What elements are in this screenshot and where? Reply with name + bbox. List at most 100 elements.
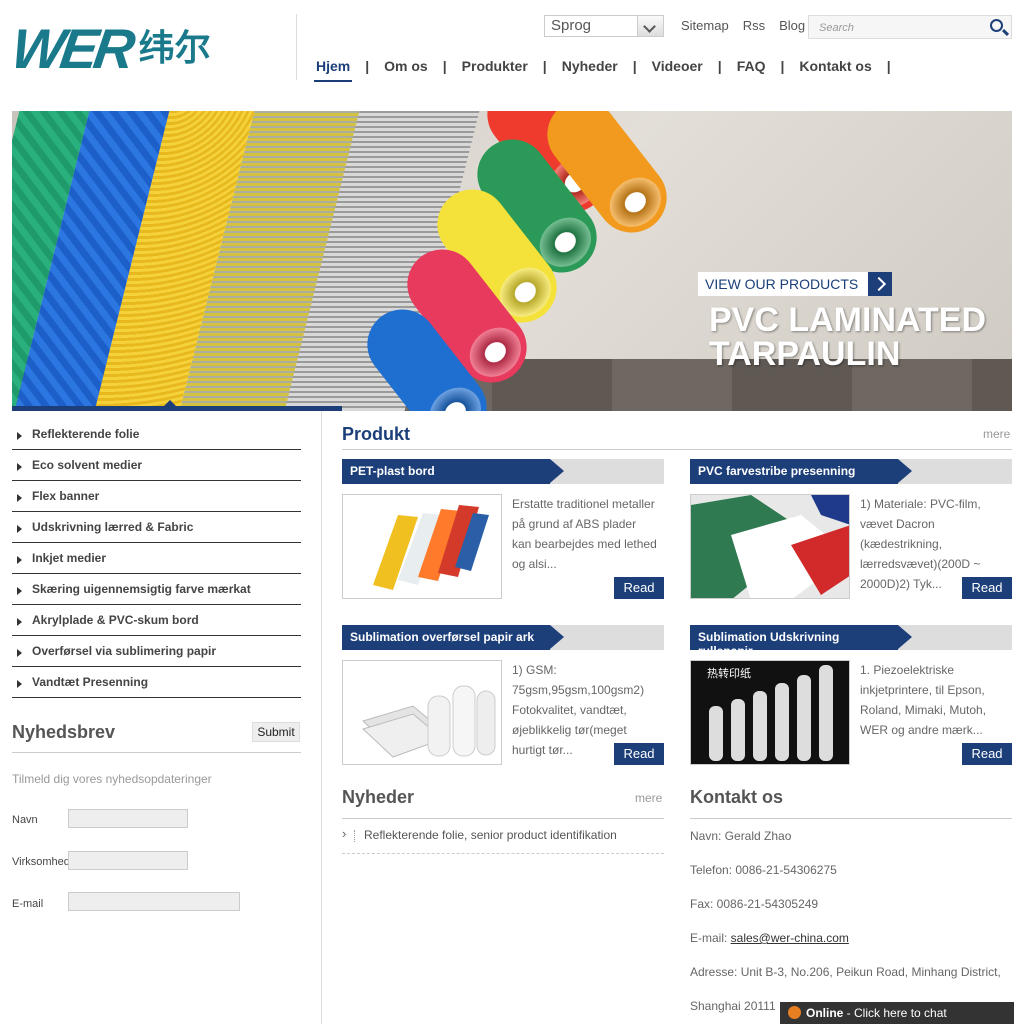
email-field[interactable] xyxy=(68,892,240,911)
pet-sheets-image xyxy=(373,505,489,590)
nav-kontakt-os[interactable]: Kontakt os xyxy=(799,58,871,82)
hero-banner[interactable]: PVC LAMINATED TARPAULIN xyxy=(12,111,1012,411)
category-item[interactable]: Skæring uigennemsigtig farve mærkat xyxy=(12,574,301,605)
contact-address: Adresse: Unit B-3, No.206, Peikun Road, … xyxy=(690,965,1001,979)
main-nav: Hjem | Om os | Produkter | Nyheder | Videoer… xyxy=(313,58,906,82)
product-title-bar: PET-plast bord xyxy=(342,459,664,484)
product-thumb[interactable] xyxy=(342,660,502,765)
product-text: 1. Piezoelektriske inkjetprintere, til E… xyxy=(860,663,987,737)
chat-status: Online xyxy=(806,1006,844,1020)
nav-hjem[interactable]: Hjem xyxy=(313,58,353,82)
chat-icon xyxy=(788,1006,801,1019)
search-placeholder: Search xyxy=(819,22,854,34)
company-field[interactable] xyxy=(68,851,188,870)
nav-videoer[interactable]: Videoer xyxy=(652,58,703,82)
nav-separator: | xyxy=(442,58,447,74)
banner-title: PVC LAMINATED TARPAULIN xyxy=(709,303,986,371)
contact-phone: Telefon: 0086-21-54306275 xyxy=(690,863,837,877)
nav-separator: | xyxy=(717,58,722,74)
kontakt-title: Kontakt os xyxy=(690,787,784,807)
product-title[interactable]: Sublimation Udskrivning rullepapir xyxy=(690,625,912,658)
sitemap-link[interactable]: Sitemap xyxy=(681,18,729,33)
nav-faq[interactable]: FAQ xyxy=(737,58,766,82)
contact-email-link[interactable]: sales@wer-china.com xyxy=(731,931,849,945)
language-select-value: Sprog xyxy=(551,17,592,34)
product-title-bar: Sublimation overførsel papir ark xyxy=(342,625,664,650)
newsletter-description: Tilmeld dig vores nyhedsopdateringer xyxy=(12,772,212,786)
nav-produkter[interactable]: Produkter xyxy=(462,58,528,82)
transfer-paper-image xyxy=(362,685,496,758)
category-list: Reflekterende folie Eco solvent medier F… xyxy=(12,419,301,698)
nav-separator: | xyxy=(365,58,370,74)
nyheder-title: Nyheder xyxy=(342,787,415,807)
category-item[interactable]: Eco solvent medier xyxy=(12,450,301,481)
nav-separator: | xyxy=(632,58,637,74)
top-links: Sitemap Rss Blog xyxy=(681,18,805,33)
name-field[interactable] xyxy=(68,809,188,828)
product-thumb[interactable] xyxy=(342,494,502,599)
nav-om-os[interactable]: Om os xyxy=(384,58,428,82)
chevron-down-icon[interactable] xyxy=(637,16,663,36)
name-label: Navn xyxy=(12,814,38,826)
product-title[interactable]: Sublimation overførsel papir ark xyxy=(342,625,564,650)
view-products-button[interactable]: VIEW OUR PRODUCTS xyxy=(698,272,893,296)
thumb-label: 热转印纸 xyxy=(707,666,751,680)
logo-chinese: 纬尔 xyxy=(138,28,211,69)
contact-fax: Fax: 0086-21-54305249 xyxy=(690,897,819,911)
category-item[interactable]: Overførsel via sublimering papir xyxy=(12,636,301,667)
search-input[interactable]: Search xyxy=(808,15,1012,39)
chat-widget[interactable]: Online - Click here to chat xyxy=(780,1002,1014,1024)
category-item[interactable]: Udskrivning lærred & Fabric xyxy=(12,512,301,543)
product-title-bar: Sublimation Udskrivning rullepapir xyxy=(690,625,1012,658)
product-thumb[interactable]: 热转印纸 xyxy=(690,660,850,765)
company-label: Virksomhed xyxy=(12,856,70,868)
read-button[interactable]: Read xyxy=(962,743,1012,765)
view-products-label: VIEW OUR PRODUCTS xyxy=(705,276,859,292)
sidebar-top-bar xyxy=(12,400,342,411)
chat-label: - Click here to chat xyxy=(843,1006,947,1020)
banner-title-line2: TARPAULIN xyxy=(709,335,901,373)
product-title-bar: PVC farvestribe presenning xyxy=(690,459,1012,484)
kontakt-divider xyxy=(690,818,1012,819)
produkt-divider xyxy=(342,449,1012,450)
chevron-right-icon xyxy=(868,272,893,296)
logo[interactable]: WER 纬尔 xyxy=(8,17,211,80)
search-icon[interactable] xyxy=(990,19,1003,32)
category-item[interactable]: Reflekterende folie xyxy=(12,419,301,450)
category-item[interactable]: Flex banner xyxy=(12,481,301,512)
category-item[interactable]: Akrylplade & PVC-skum bord xyxy=(12,605,301,636)
rss-link[interactable]: Rss xyxy=(743,18,765,33)
product-title[interactable]: PVC farvestribe presenning xyxy=(690,459,912,484)
product-thumb[interactable] xyxy=(690,494,850,599)
nyheder-more-link[interactable]: mere xyxy=(635,791,662,805)
column-divider xyxy=(321,411,322,1024)
blog-link[interactable]: Blog xyxy=(779,18,805,33)
nav-separator: | xyxy=(542,58,547,74)
paper-rolls-image: 热转印纸 xyxy=(707,665,833,761)
nav-separator: | xyxy=(780,58,785,74)
product-text: Erstatte traditionel metaller på grund a… xyxy=(512,497,657,571)
read-button[interactable]: Read xyxy=(614,577,664,599)
nav-separator: | xyxy=(886,58,891,74)
contact-email-label: E-mail: xyxy=(690,931,731,945)
news-item[interactable]: Reflekterende folie, senior product iden… xyxy=(342,826,664,854)
produkt-more-link[interactable]: mere xyxy=(983,427,1010,441)
email-label: E-mail xyxy=(12,898,44,910)
nyheder-divider xyxy=(342,818,664,819)
language-select[interactable]: Sprog xyxy=(544,15,664,37)
newsletter-submit-button[interactable]: Submit xyxy=(252,722,300,742)
category-item[interactable]: Vandtæt Presenning xyxy=(12,667,301,698)
banner-title-line1: PVC LAMINATED xyxy=(709,301,987,339)
logo-wer: WER xyxy=(7,17,136,80)
contact-address-line2: Shanghai 20111 xyxy=(690,999,776,1013)
newsletter-divider xyxy=(12,752,301,753)
category-item[interactable]: Inkjet medier xyxy=(12,543,301,574)
contact-name: Navn: Gerald Zhao xyxy=(690,829,792,843)
product-title[interactable]: PET-plast bord xyxy=(342,459,564,484)
produkt-title: Produkt xyxy=(342,424,411,444)
read-button[interactable]: Read xyxy=(962,577,1012,599)
read-button[interactable]: Read xyxy=(614,743,664,765)
nav-nyheder[interactable]: Nyheder xyxy=(562,58,618,82)
header-divider xyxy=(296,14,297,80)
contact-email: E-mail: sales@wer-china.com xyxy=(690,931,849,945)
